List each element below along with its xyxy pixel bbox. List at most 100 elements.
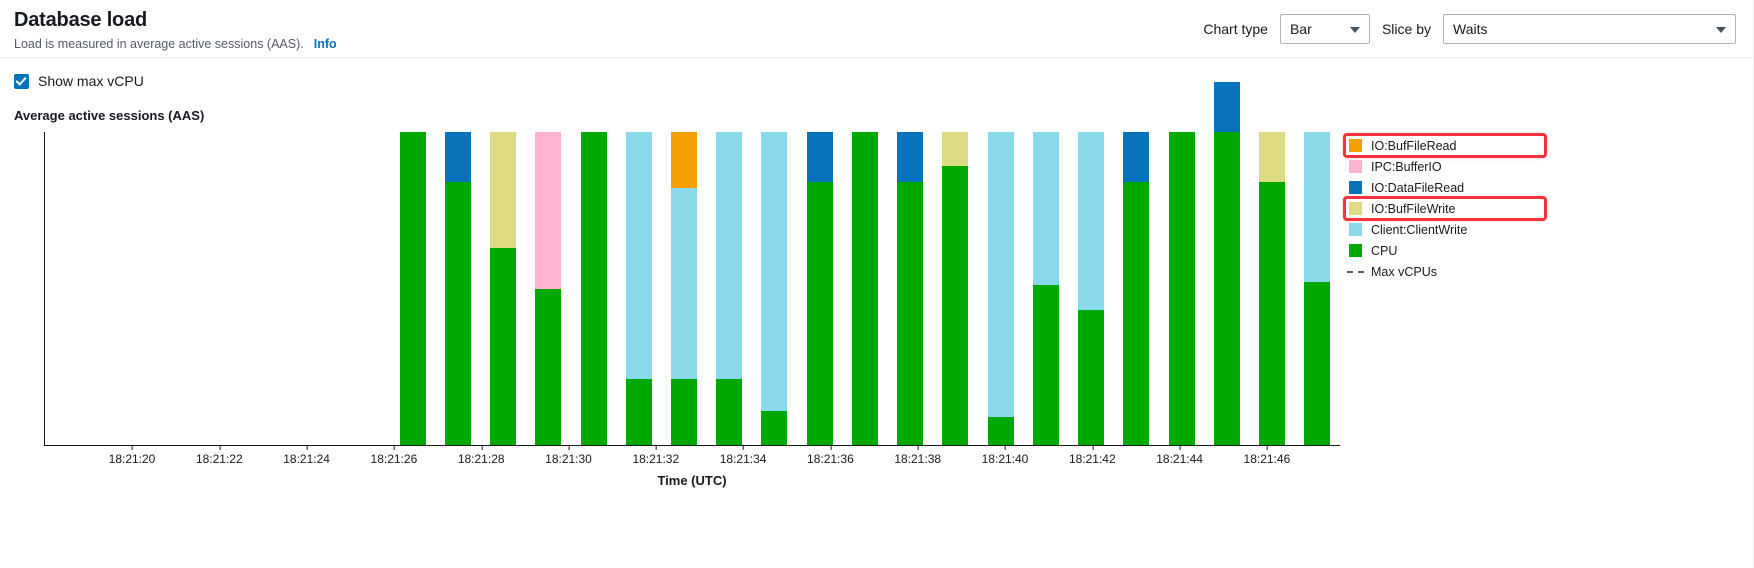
bar-segment[interactable] bbox=[1304, 132, 1331, 283]
bar-slot[interactable] bbox=[571, 132, 616, 445]
bar-segment[interactable] bbox=[761, 410, 788, 445]
bar-segment[interactable] bbox=[851, 132, 878, 445]
bar-segment[interactable] bbox=[399, 132, 426, 445]
legend-item[interactable]: IPC:BufferIO bbox=[1345, 156, 1545, 177]
stacked-bar[interactable] bbox=[1259, 132, 1286, 445]
bar-segment[interactable] bbox=[1213, 132, 1240, 445]
bar-segment[interactable] bbox=[716, 379, 743, 445]
panel-subtitle: Load is measured in average active sessi… bbox=[14, 36, 337, 52]
bar-segment[interactable] bbox=[490, 132, 517, 248]
bar-segment[interactable] bbox=[1168, 132, 1195, 445]
bar-slot[interactable] bbox=[480, 132, 525, 445]
bar-slot[interactable] bbox=[842, 132, 887, 445]
stacked-bar[interactable] bbox=[716, 132, 743, 445]
bar-slot[interactable] bbox=[1204, 81, 1249, 445]
stacked-bar[interactable] bbox=[444, 132, 471, 445]
stacked-bar[interactable] bbox=[399, 132, 426, 445]
bar-slot[interactable] bbox=[390, 132, 435, 445]
bar-segment[interactable] bbox=[942, 166, 969, 445]
x-axis-tick-label: 18:21:32 bbox=[632, 445, 679, 466]
bar-segment[interactable] bbox=[1123, 132, 1150, 183]
bar-segment[interactable] bbox=[1304, 282, 1331, 445]
bar-segment[interactable] bbox=[671, 132, 698, 189]
bar-slot[interactable] bbox=[435, 132, 480, 445]
bar-segment[interactable] bbox=[444, 182, 471, 445]
stacked-bar[interactable] bbox=[671, 132, 698, 445]
stacked-bar[interactable] bbox=[1078, 132, 1105, 445]
stacked-bar[interactable] bbox=[1032, 132, 1059, 445]
legend-item[interactable]: IO:BufFileWrite bbox=[1343, 196, 1547, 221]
stacked-bar[interactable] bbox=[1304, 132, 1331, 445]
stacked-bar[interactable] bbox=[851, 132, 878, 445]
chart-type-select[interactable]: Bar bbox=[1279, 14, 1370, 44]
dashed-line-icon bbox=[1347, 265, 1364, 278]
legend-item[interactable]: Client:ClientWrite bbox=[1345, 219, 1545, 240]
bar-segment[interactable] bbox=[1032, 132, 1059, 286]
bar-slot[interactable] bbox=[888, 132, 933, 445]
bar-slot[interactable] bbox=[707, 132, 752, 445]
legend-item[interactable]: IO:DataFileRead bbox=[1345, 177, 1545, 198]
show-max-vcpu-checkbox[interactable] bbox=[14, 73, 29, 89]
bar-slot[interactable] bbox=[1249, 132, 1294, 445]
bar-segment[interactable] bbox=[625, 132, 652, 380]
stacked-bar[interactable] bbox=[535, 132, 562, 445]
bar-slot[interactable] bbox=[1295, 132, 1340, 445]
stacked-bar[interactable] bbox=[580, 132, 607, 445]
bar-slot[interactable] bbox=[1023, 132, 1068, 445]
x-axis-ticks: 18:21:20 18:21:22 18:21:24 18:21:26 18:21:28… bbox=[44, 445, 1340, 468]
stacked-bar[interactable] bbox=[942, 132, 969, 445]
bar-segment[interactable] bbox=[806, 132, 833, 183]
stacked-bar[interactable] bbox=[1213, 81, 1240, 445]
bar-slot[interactable] bbox=[797, 132, 842, 445]
bar-segment[interactable] bbox=[1213, 81, 1240, 132]
legend-item[interactable]: Max vCPUs bbox=[1345, 261, 1545, 282]
bar-slot[interactable] bbox=[616, 132, 661, 445]
bar-segment[interactable] bbox=[897, 182, 924, 445]
info-link[interactable]: Info bbox=[314, 37, 337, 51]
bar-segment[interactable] bbox=[671, 188, 698, 380]
legend-item[interactable]: CPU bbox=[1345, 240, 1545, 261]
bar-slot[interactable] bbox=[526, 132, 571, 445]
bar-segment[interactable] bbox=[1078, 310, 1105, 445]
stacked-bar[interactable] bbox=[806, 132, 833, 445]
bar-slot[interactable] bbox=[1069, 132, 1114, 445]
legend-item[interactable]: IO:BufFileRead bbox=[1343, 133, 1547, 158]
stacked-bar[interactable] bbox=[1168, 132, 1195, 445]
bar-segment[interactable] bbox=[535, 132, 562, 289]
bar-slot[interactable] bbox=[1159, 132, 1204, 445]
chevron-down-icon bbox=[1349, 27, 1360, 33]
bar-segment[interactable] bbox=[1259, 182, 1286, 445]
bar-slot[interactable] bbox=[661, 132, 706, 445]
bar-slot[interactable] bbox=[752, 132, 797, 445]
bar-segment[interactable] bbox=[1032, 285, 1059, 445]
bar-segment[interactable] bbox=[716, 132, 743, 380]
bar-slot[interactable] bbox=[978, 132, 1023, 445]
slice-by-select[interactable]: Waits bbox=[1443, 14, 1736, 44]
bar-segment[interactable] bbox=[942, 132, 969, 167]
bar-segment[interactable] bbox=[1259, 132, 1286, 183]
stacked-bar[interactable] bbox=[1123, 132, 1150, 445]
bar-segment[interactable] bbox=[987, 416, 1014, 445]
bar-segment[interactable] bbox=[671, 379, 698, 445]
bar-segment[interactable] bbox=[490, 247, 517, 445]
bar-segment[interactable] bbox=[806, 182, 833, 445]
stacked-bar[interactable] bbox=[987, 132, 1014, 445]
stacked-bar[interactable] bbox=[897, 132, 924, 445]
stacked-bar[interactable] bbox=[761, 132, 788, 445]
bar-slot[interactable] bbox=[933, 132, 978, 445]
bar-segment[interactable] bbox=[987, 132, 1014, 417]
legend-color-swatch bbox=[1349, 223, 1362, 236]
bar-slot[interactable] bbox=[1114, 132, 1159, 445]
bar-segment[interactable] bbox=[761, 132, 788, 411]
bar-segment[interactable] bbox=[1123, 182, 1150, 445]
bar-segment[interactable] bbox=[1078, 132, 1105, 311]
bar-segment[interactable] bbox=[897, 132, 924, 183]
bar-segment[interactable] bbox=[580, 132, 607, 445]
bar-segment[interactable] bbox=[625, 379, 652, 445]
legend-label: IO:DataFileRead bbox=[1371, 180, 1465, 195]
stacked-bar[interactable] bbox=[490, 132, 517, 445]
legend-label: IPC:BufferIO bbox=[1371, 159, 1442, 174]
bar-segment[interactable] bbox=[535, 288, 562, 445]
bar-segment[interactable] bbox=[444, 132, 471, 183]
stacked-bar[interactable] bbox=[625, 132, 652, 445]
